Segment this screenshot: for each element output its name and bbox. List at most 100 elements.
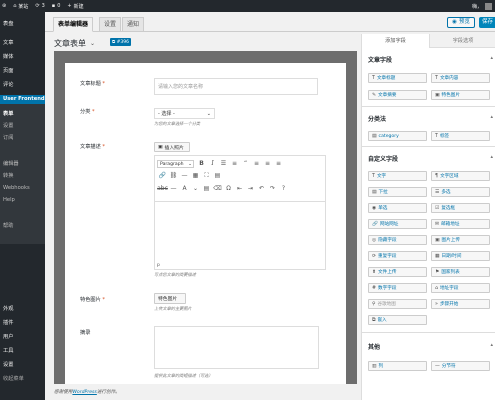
field-button-text[interactable]: T 文字: [368, 171, 427, 181]
special-char-icon[interactable]: Ω: [223, 184, 234, 194]
field-button-section-break[interactable]: — 分节符: [431, 361, 490, 371]
field-button-numeric[interactable]: # 数字字段: [368, 283, 427, 293]
field-button-hidden[interactable]: ◎ 隐藏字段: [368, 235, 427, 245]
field-button-google-map[interactable]: ⚲ 谷歌地图: [368, 299, 427, 309]
paste-text-icon[interactable]: ▤: [201, 184, 212, 194]
wp-logo-icon[interactable]: ⊛: [2, 3, 6, 9]
fullscreen-icon[interactable]: ⛶: [201, 171, 212, 181]
sidebar-item-tools[interactable]: 工具: [0, 347, 45, 356]
form-title[interactable]: 文章表单: [54, 38, 86, 49]
undo-icon[interactable]: ↶: [256, 184, 267, 194]
bold-icon[interactable]: B: [196, 159, 207, 169]
sidebar-item-dashboard[interactable]: 表盘: [0, 20, 45, 29]
preview-button[interactable]: ◉ 预览: [447, 17, 475, 28]
italic-icon[interactable]: I: [207, 159, 218, 169]
sidebar-item-pages[interactable]: 页面: [0, 67, 45, 76]
sidebar-subitem-transactions[interactable]: 转换: [0, 172, 45, 181]
field-button-post-excerpt[interactable]: ✎ 文章摘要: [368, 90, 427, 100]
my-account[interactable]: 嗨，: [472, 0, 492, 12]
field-button-email[interactable]: ✉ 邮箱地址: [431, 219, 490, 229]
section-taxonomies-title[interactable]: 分类法: [368, 114, 386, 123]
field-button-date-time[interactable]: ▦ 日期/时间: [431, 251, 490, 261]
sidebar-subitem-help[interactable]: Help: [0, 196, 45, 205]
field-button-tags[interactable]: T 标签: [431, 131, 490, 141]
featured-image-button[interactable]: 特色图片: [154, 293, 186, 304]
field-button-url[interactable]: 🔗 网站网址: [368, 219, 427, 229]
sidebar-item-users[interactable]: 用户: [0, 333, 45, 342]
outdent-icon[interactable]: ⇤: [234, 184, 245, 194]
sidebar-item-settings[interactable]: 设置: [0, 361, 45, 370]
sidebar-item-comments[interactable]: 评论: [0, 81, 45, 90]
insert-photo-button[interactable]: ▣ 插入照片: [154, 142, 190, 152]
updates-link[interactable]: ⟳ 3: [35, 3, 44, 9]
chevron-down-icon[interactable]: ⌄: [90, 40, 95, 47]
toolbar-toggle-icon[interactable]: ▤: [212, 171, 223, 181]
field-button-multiselect[interactable]: ☰ 多选: [431, 187, 490, 197]
sidebar-item-user-frontend[interactable]: User Frontend: [0, 95, 45, 104]
wordpress-link[interactable]: WordPress: [72, 390, 96, 395]
sidebar-item-plugins[interactable]: 插件: [0, 319, 45, 328]
text-color-icon[interactable]: A: [179, 184, 190, 194]
chevron-up-icon[interactable]: ▴: [490, 55, 493, 61]
field-button-embed[interactable]: ⧉ 嵌入: [368, 315, 427, 325]
chevron-up-icon[interactable]: ▴: [490, 114, 493, 120]
hr-icon[interactable]: —: [168, 184, 179, 194]
comments-link[interactable]: ▪ 0: [52, 3, 61, 9]
unlink-icon[interactable]: ⛓: [168, 171, 179, 181]
sidebar-collapse[interactable]: 收起菜单: [0, 375, 45, 384]
editor-content-area[interactable]: [155, 201, 325, 261]
paragraph-select[interactable]: Paragraph ⌄: [157, 159, 194, 168]
category-select[interactable]: - 选择 - ⌄: [154, 108, 215, 119]
sidebar-item-media[interactable]: 媒体: [0, 53, 45, 62]
align-center-icon[interactable]: ≡: [262, 159, 273, 169]
sidebar-subitem-support[interactable]: 帮助: [0, 222, 45, 231]
numbered-list-icon[interactable]: ≡: [229, 159, 240, 169]
tab-field-options[interactable]: 字段选项: [429, 34, 495, 48]
tab-form-editor[interactable]: 表单编辑器: [53, 17, 94, 32]
post-title-input[interactable]: 请输入您的文章名称: [154, 78, 318, 95]
align-right-icon[interactable]: ≡: [273, 159, 284, 169]
table-icon[interactable]: ▦: [190, 171, 201, 181]
form-shortcode-badge[interactable]: ⧉ #396: [110, 38, 132, 46]
redo-icon[interactable]: ↷: [267, 184, 278, 194]
field-button-checkbox[interactable]: ☑ 复选框: [431, 203, 490, 213]
tab-add-fields[interactable]: 添加字段: [362, 34, 429, 48]
field-button-post-title[interactable]: T 文章标题: [368, 73, 427, 83]
field-button-file-upload[interactable]: ⬆ 文件上传: [368, 267, 427, 277]
sidebar-subitem-settings[interactable]: 设置: [0, 122, 45, 131]
field-button-step-start[interactable]: » 步骤开始: [431, 299, 490, 309]
field-button-address[interactable]: ⌂ 地址字段: [431, 283, 490, 293]
tab-settings[interactable]: 设置: [99, 17, 122, 31]
strikethrough-icon[interactable]: abc: [157, 184, 168, 194]
field-button-category[interactable]: ▤ category: [368, 131, 427, 141]
sidebar-item-posts[interactable]: 文章: [0, 39, 45, 48]
field-button-columns[interactable]: ▥ 列: [368, 361, 427, 371]
sidebar-subitem-forms[interactable]: 表单: [0, 110, 45, 119]
align-left-icon[interactable]: ≡: [251, 159, 262, 169]
site-name-link[interactable]: ⌂ 某站: [13, 3, 28, 10]
field-button-radio[interactable]: ◉ 单选: [368, 203, 427, 213]
sidebar-subitem-subscriptions[interactable]: 订阅: [0, 134, 45, 143]
chevron-down-icon[interactable]: ⌄: [190, 184, 201, 194]
chevron-up-icon[interactable]: ▴: [490, 342, 493, 348]
field-button-country-list[interactable]: ⚑ 国家列表: [431, 267, 490, 277]
chevron-up-icon[interactable]: ▴: [490, 154, 493, 160]
section-custom-fields-title[interactable]: 自定义字段: [368, 154, 398, 163]
blockquote-icon[interactable]: “: [240, 159, 251, 169]
tab-notifications[interactable]: 通知: [122, 17, 145, 31]
field-button-image-upload[interactable]: ▣ 图片上传: [431, 235, 490, 245]
sidebar-item-appearance[interactable]: 外观: [0, 305, 45, 314]
bullet-list-icon[interactable]: ☰: [218, 159, 229, 169]
indent-icon[interactable]: ⇥: [245, 184, 256, 194]
sidebar-subitem-webhooks[interactable]: Webhooks: [0, 184, 45, 193]
field-button-repeat[interactable]: ⟳ 重复字段: [368, 251, 427, 261]
sidebar-subitem-editor[interactable]: 编辑器: [0, 160, 45, 169]
horizontal-line-icon[interactable]: —: [179, 171, 190, 181]
new-content-link[interactable]: + 新建: [67, 3, 83, 10]
link-icon[interactable]: 🔗: [157, 171, 168, 181]
section-others-title[interactable]: 其他: [368, 342, 380, 351]
excerpt-textarea[interactable]: [154, 326, 319, 369]
clear-formatting-icon[interactable]: ⌫: [212, 184, 223, 194]
field-button-textarea[interactable]: ¶ 文字区域: [431, 171, 490, 181]
field-button-featured-image[interactable]: ▣ 特色图片: [431, 90, 490, 100]
